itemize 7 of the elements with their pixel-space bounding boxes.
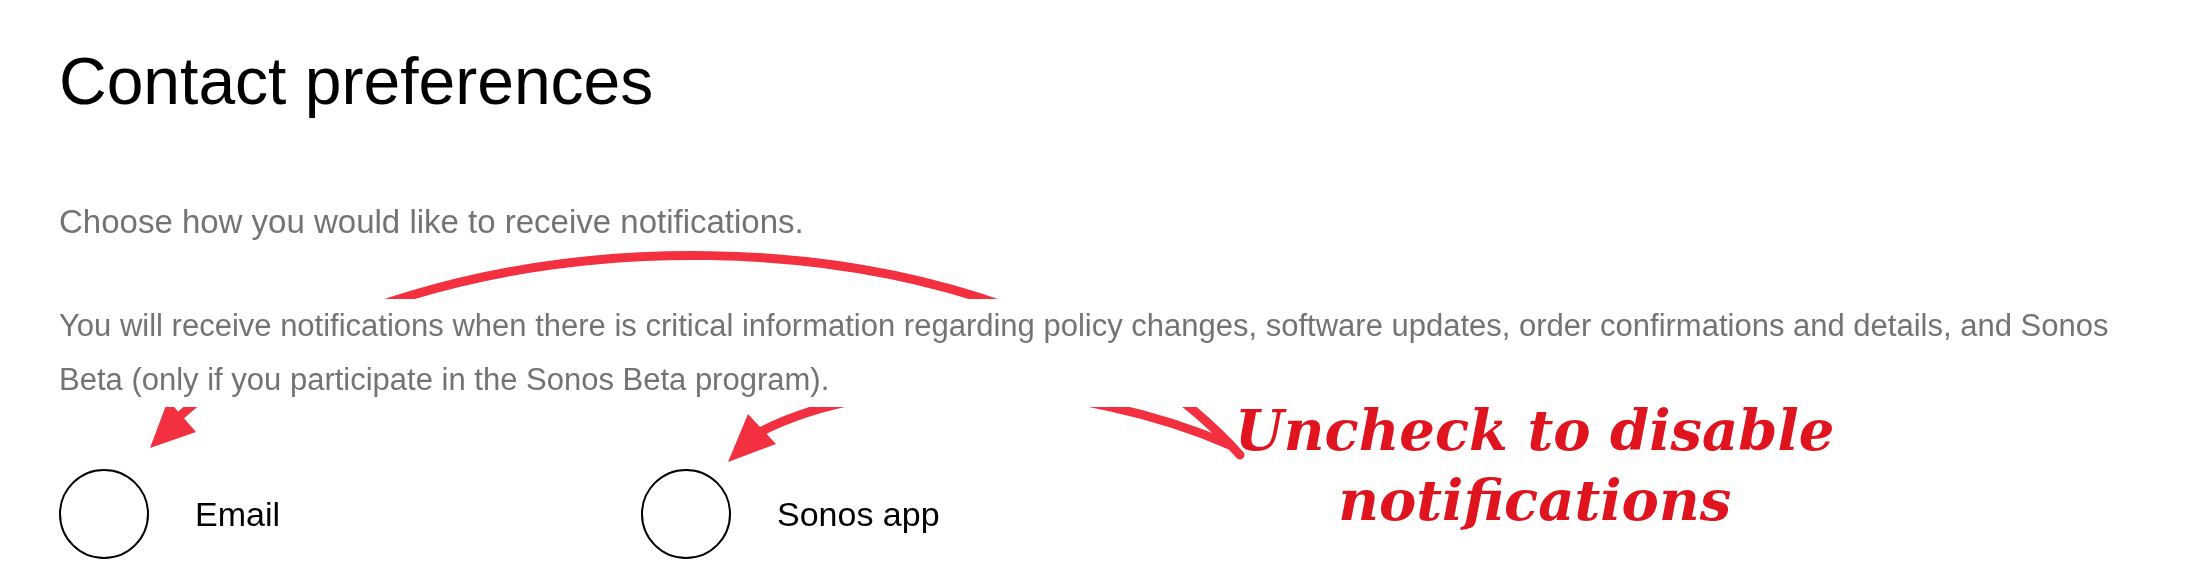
radio-button[interactable] xyxy=(59,469,149,560)
annotation-text: notifications xyxy=(1338,466,1732,535)
option-label[interactable]: Email xyxy=(195,494,281,534)
page-heading: Contact preferences xyxy=(59,43,655,120)
radio-button[interactable] xyxy=(641,469,731,560)
intro-text: Choose how you would like to receive notifications. xyxy=(59,203,805,242)
option-label[interactable]: Sonos app xyxy=(777,494,940,534)
